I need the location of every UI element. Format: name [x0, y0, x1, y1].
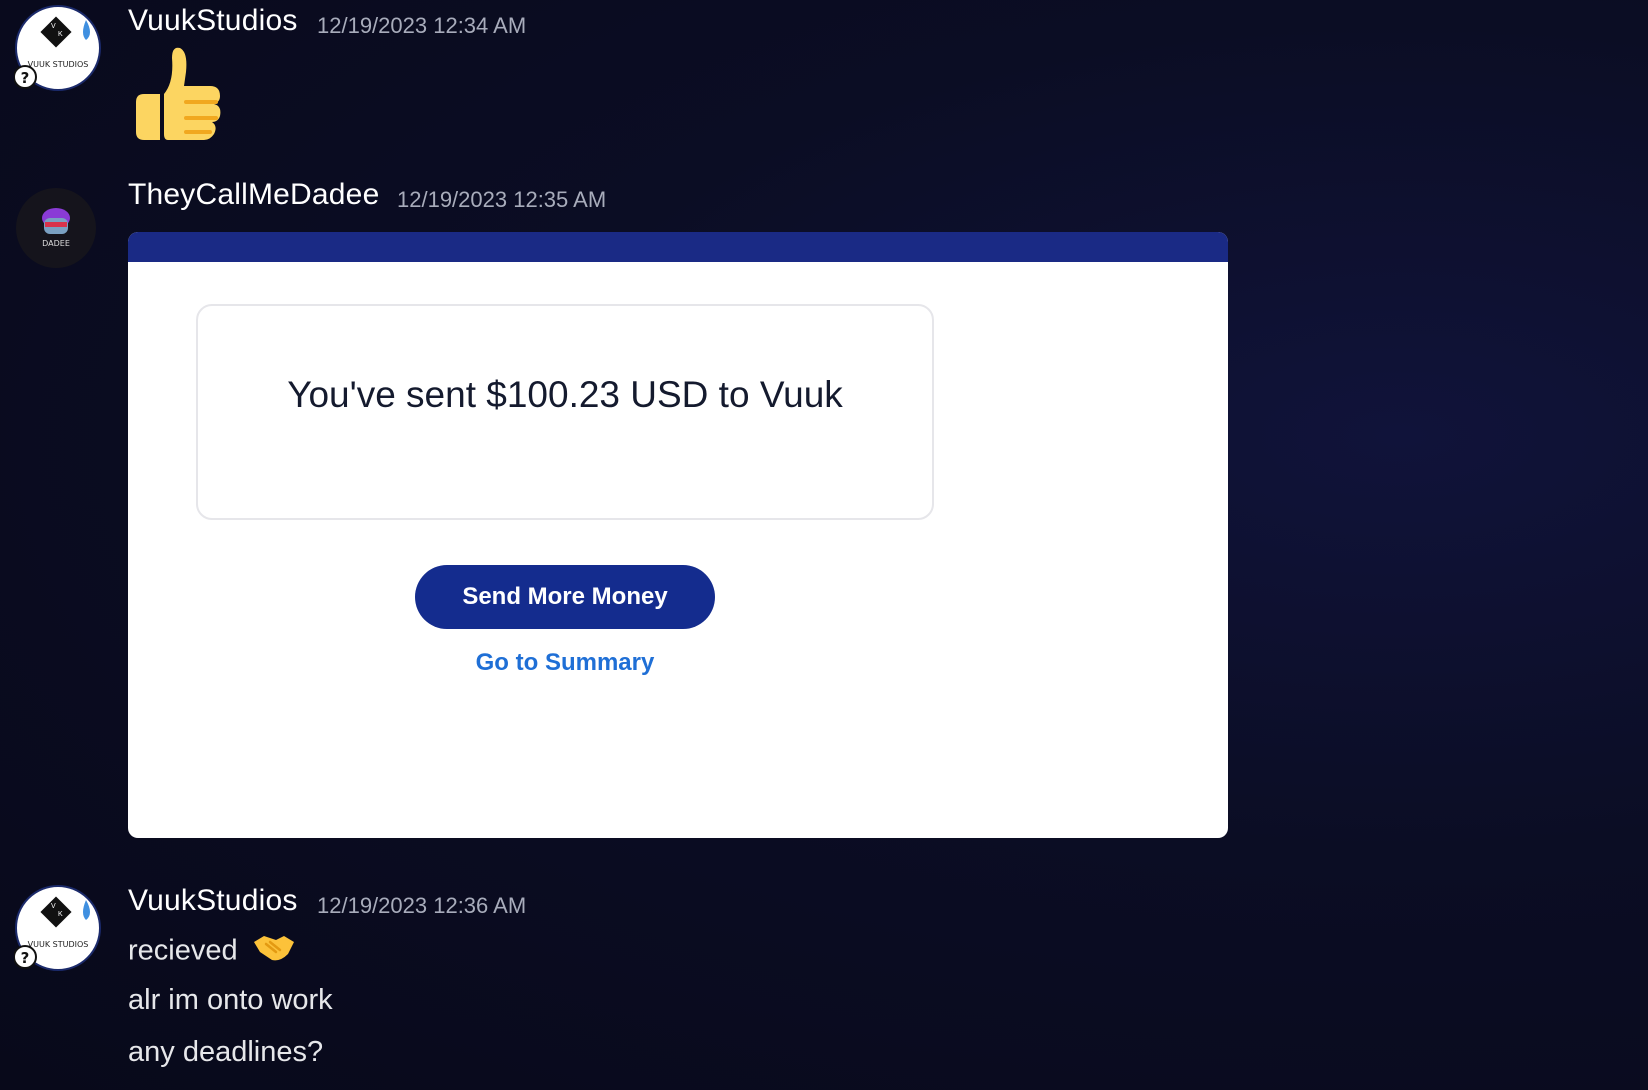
svg-text:V: V — [51, 23, 56, 30]
handshake-icon[interactable] — [252, 932, 296, 972]
author-name[interactable]: VuukStudios — [128, 4, 298, 38]
avatar-text: VUUK STUDIOS — [28, 940, 89, 949]
avatar-vuukstudios[interactable]: V K VUUK STUDIOS ? — [14, 884, 101, 971]
message-timestamp[interactable]: 12/19/2023 12:36 AM — [317, 893, 526, 919]
message-timestamp[interactable]: 12/19/2023 12:35 AM — [397, 187, 606, 213]
svg-text:?: ? — [21, 949, 30, 967]
message-line: alr im onto work — [128, 984, 333, 1016]
svg-text:K: K — [58, 31, 63, 38]
message-line: any deadlines? — [128, 1036, 324, 1068]
svg-text:K: K — [58, 911, 63, 918]
message-line: recieved — [128, 932, 296, 972]
svg-text:V: V — [51, 903, 56, 910]
message-timestamp[interactable]: 12/19/2023 12:34 AM — [317, 13, 526, 39]
message-1: V K VUUK STUDIOS ? VuukStudios 12/19/202… — [0, 0, 1648, 150]
avatar-text: VUUK STUDIOS — [28, 60, 89, 69]
send-more-money-button[interactable]: Send More Money — [415, 565, 715, 629]
svg-text:?: ? — [21, 69, 30, 87]
confirmation-box: You've sent $100.23 USD to Vuuk — [196, 304, 934, 520]
author-name[interactable]: VuukStudios — [128, 884, 298, 918]
message-2: DADEE TheyCallMeDadee 12/19/2023 12:35 A… — [0, 178, 1648, 860]
message-3: V K VUUK STUDIOS ? VuukStudios 12/19/202… — [0, 880, 1648, 1090]
attachment-header-bar — [128, 232, 1228, 262]
avatar-vuukstudios[interactable]: V K VUUK STUDIOS ? — [14, 4, 101, 91]
avatar-text: DADEE — [42, 239, 70, 248]
go-to-summary-link[interactable]: Go to Summary — [415, 649, 715, 677]
message-text: recieved — [128, 934, 238, 967]
author-name[interactable]: TheyCallMeDadee — [128, 178, 379, 212]
sent-confirmation-text: You've sent $100.23 USD to Vuuk — [287, 374, 843, 415]
thumbs-up-icon[interactable] — [130, 44, 226, 144]
avatar-theycallmedadee[interactable]: DADEE — [14, 184, 98, 268]
image-attachment[interactable]: You've sent $100.23 USD to Vuuk Send Mor… — [128, 232, 1228, 838]
